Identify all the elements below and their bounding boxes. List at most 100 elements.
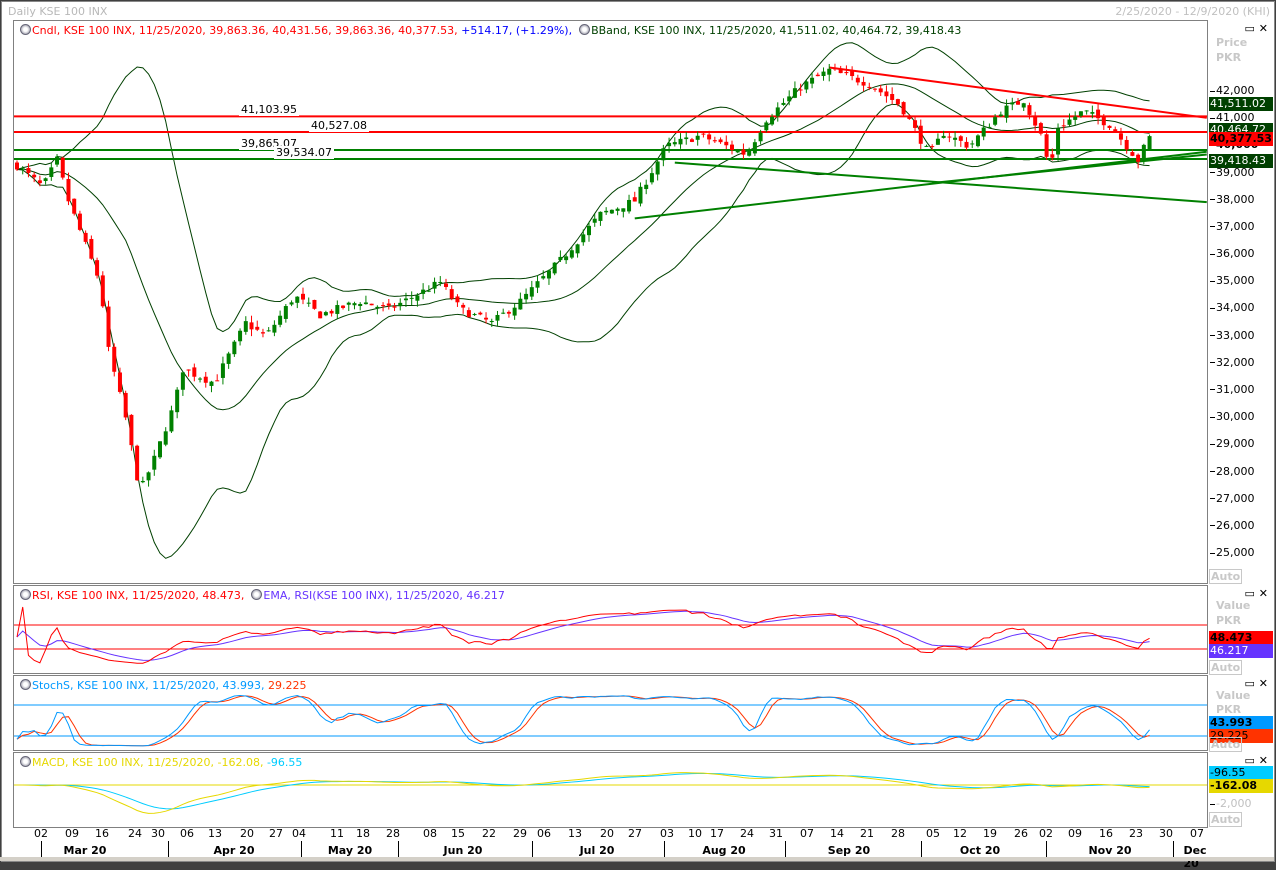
signal-badge: -96.55: [1209, 766, 1273, 780]
candle-body: [140, 480, 145, 483]
month-label: Mar 20: [63, 844, 107, 857]
clock-icon[interactable]: [20, 589, 31, 600]
date-axis[interactable]: 02 09 16 24 30 06 13 20 27 04 11 18 28 08 15 22 29 06 13 20…: [13, 827, 1208, 870]
candle-body: [449, 289, 454, 299]
stoch-d-legend: 29.225: [268, 679, 307, 692]
candle-body: [735, 150, 740, 153]
date-tick: 20: [600, 827, 614, 840]
price-axis[interactable]: ▭ ✕ Price PKR Auto 42,00041,00040,00039,…: [1208, 20, 1274, 584]
bband-lower: [16, 103, 1150, 559]
macd-axis[interactable]: ▭ ✕ -96.55 -162.08 -2,000 Auto: [1208, 752, 1274, 828]
price-chart[interactable]: [14, 21, 1208, 584]
month-separator: [398, 841, 399, 857]
clock-icon[interactable]: [20, 679, 31, 690]
cndl-legend: Cndl, KSE 100 INX, 11/25/2020, 39,863.36…: [32, 24, 458, 37]
candle-body: [1027, 105, 1032, 115]
month-label: Apr 20: [213, 844, 255, 857]
candle-body: [718, 139, 723, 143]
rsi-panel[interactable]: RSI, KSE 100 INX, 11/25/2020, 48.473, EM…: [13, 585, 1208, 674]
candle-body: [501, 312, 506, 314]
candle-body: [627, 199, 632, 212]
rsi-axis[interactable]: ▭ ✕ Value PKR 48.473 46.217 Auto: [1208, 585, 1274, 675]
candle-body: [220, 363, 225, 378]
price-tick: 35,000: [1210, 274, 1255, 287]
candle-body: [1073, 116, 1078, 120]
candle-body: [1004, 105, 1009, 118]
date-tick: 08: [423, 827, 437, 840]
candle-body: [1084, 110, 1089, 112]
candle-body: [632, 197, 637, 202]
date-tick: 07: [800, 827, 814, 840]
candle-body: [770, 116, 775, 125]
candle-body: [49, 167, 54, 177]
candle-body: [375, 306, 380, 309]
candle-body: [1067, 119, 1072, 125]
stoch-axis[interactable]: ▭ ✕ Value PKR 43.993 29.225 Auto: [1208, 675, 1274, 752]
candle-body: [432, 281, 437, 289]
price-tick: 28,000: [1210, 465, 1255, 478]
candle-body: [318, 311, 323, 319]
candle-body: [987, 126, 992, 128]
candle-body: [369, 303, 374, 306]
candle-body: [781, 102, 786, 105]
clock-icon[interactable]: [579, 24, 591, 35]
candle-body: [850, 70, 855, 77]
candle-body: [661, 148, 666, 161]
date-tick: 27: [628, 827, 642, 840]
candle-body: [730, 144, 734, 151]
candle-body: [964, 141, 969, 148]
month-separator: [664, 841, 665, 857]
date-tick: 17: [710, 827, 724, 840]
price-tick: 36,000: [1210, 247, 1255, 260]
candle-body: [306, 302, 311, 304]
candle-body: [701, 133, 706, 135]
candle-body: [524, 293, 529, 300]
price-panel[interactable]: Cndl, KSE 100 INX, 11/25/2020, 39,863.36…: [13, 20, 1208, 584]
candle-body: [135, 445, 140, 481]
candle-body: [935, 138, 940, 145]
candle-body: [312, 299, 317, 309]
auto-scale-button[interactable]: Auto: [1209, 569, 1243, 584]
stoch-panel[interactable]: StochS, KSE 100 INX, 11/25/2020, 43.993,…: [13, 675, 1208, 751]
date-tick: 02: [34, 827, 48, 840]
candle-body: [180, 372, 185, 390]
candle-body: [117, 372, 122, 392]
auto-scale-button[interactable]: Auto: [1209, 660, 1243, 675]
date-tick: 03: [660, 827, 674, 840]
auto-scale-button[interactable]: Auto: [1209, 812, 1243, 827]
candle-body: [358, 303, 363, 307]
date-tick: 30: [1159, 827, 1173, 840]
candle-body: [203, 376, 208, 383]
candle-body: [169, 410, 174, 432]
candle-body: [426, 290, 431, 292]
candle-body: [1050, 154, 1055, 158]
candle-body: [815, 74, 820, 77]
price-tick: 38,000: [1210, 193, 1255, 206]
maximize-close-icons[interactable]: ▭ ✕: [1245, 22, 1268, 35]
candle-body: [352, 303, 357, 306]
date-tick: 04: [292, 827, 306, 840]
candle-body: [535, 281, 540, 288]
candle-body: [890, 94, 895, 100]
horizontal-scrollbar[interactable]: [0, 857, 1274, 861]
macd-panel[interactable]: MACD, KSE 100 INX, 11/25/2020, -162.08, …: [13, 752, 1208, 828]
auto-scale-button[interactable]: Auto: [1209, 737, 1243, 752]
candle-body: [95, 260, 100, 276]
date-tick: 28: [891, 827, 905, 840]
candle-body: [301, 293, 305, 300]
candle-body: [810, 77, 815, 84]
candle-body: [678, 138, 683, 145]
candle-body: [1136, 154, 1141, 162]
candle-body: [901, 102, 906, 115]
price-tick: 34,000: [1210, 301, 1255, 314]
candle-body: [924, 145, 929, 147]
candle-body: [175, 389, 180, 413]
clock-icon[interactable]: [20, 756, 31, 767]
candle-body: [398, 302, 403, 307]
clock-icon[interactable]: [20, 24, 31, 35]
clock-icon[interactable]: [251, 589, 263, 600]
date-tick: 12: [953, 827, 967, 840]
date-tick: 15: [451, 827, 465, 840]
candle-body: [83, 232, 88, 242]
candle-body: [581, 234, 586, 243]
